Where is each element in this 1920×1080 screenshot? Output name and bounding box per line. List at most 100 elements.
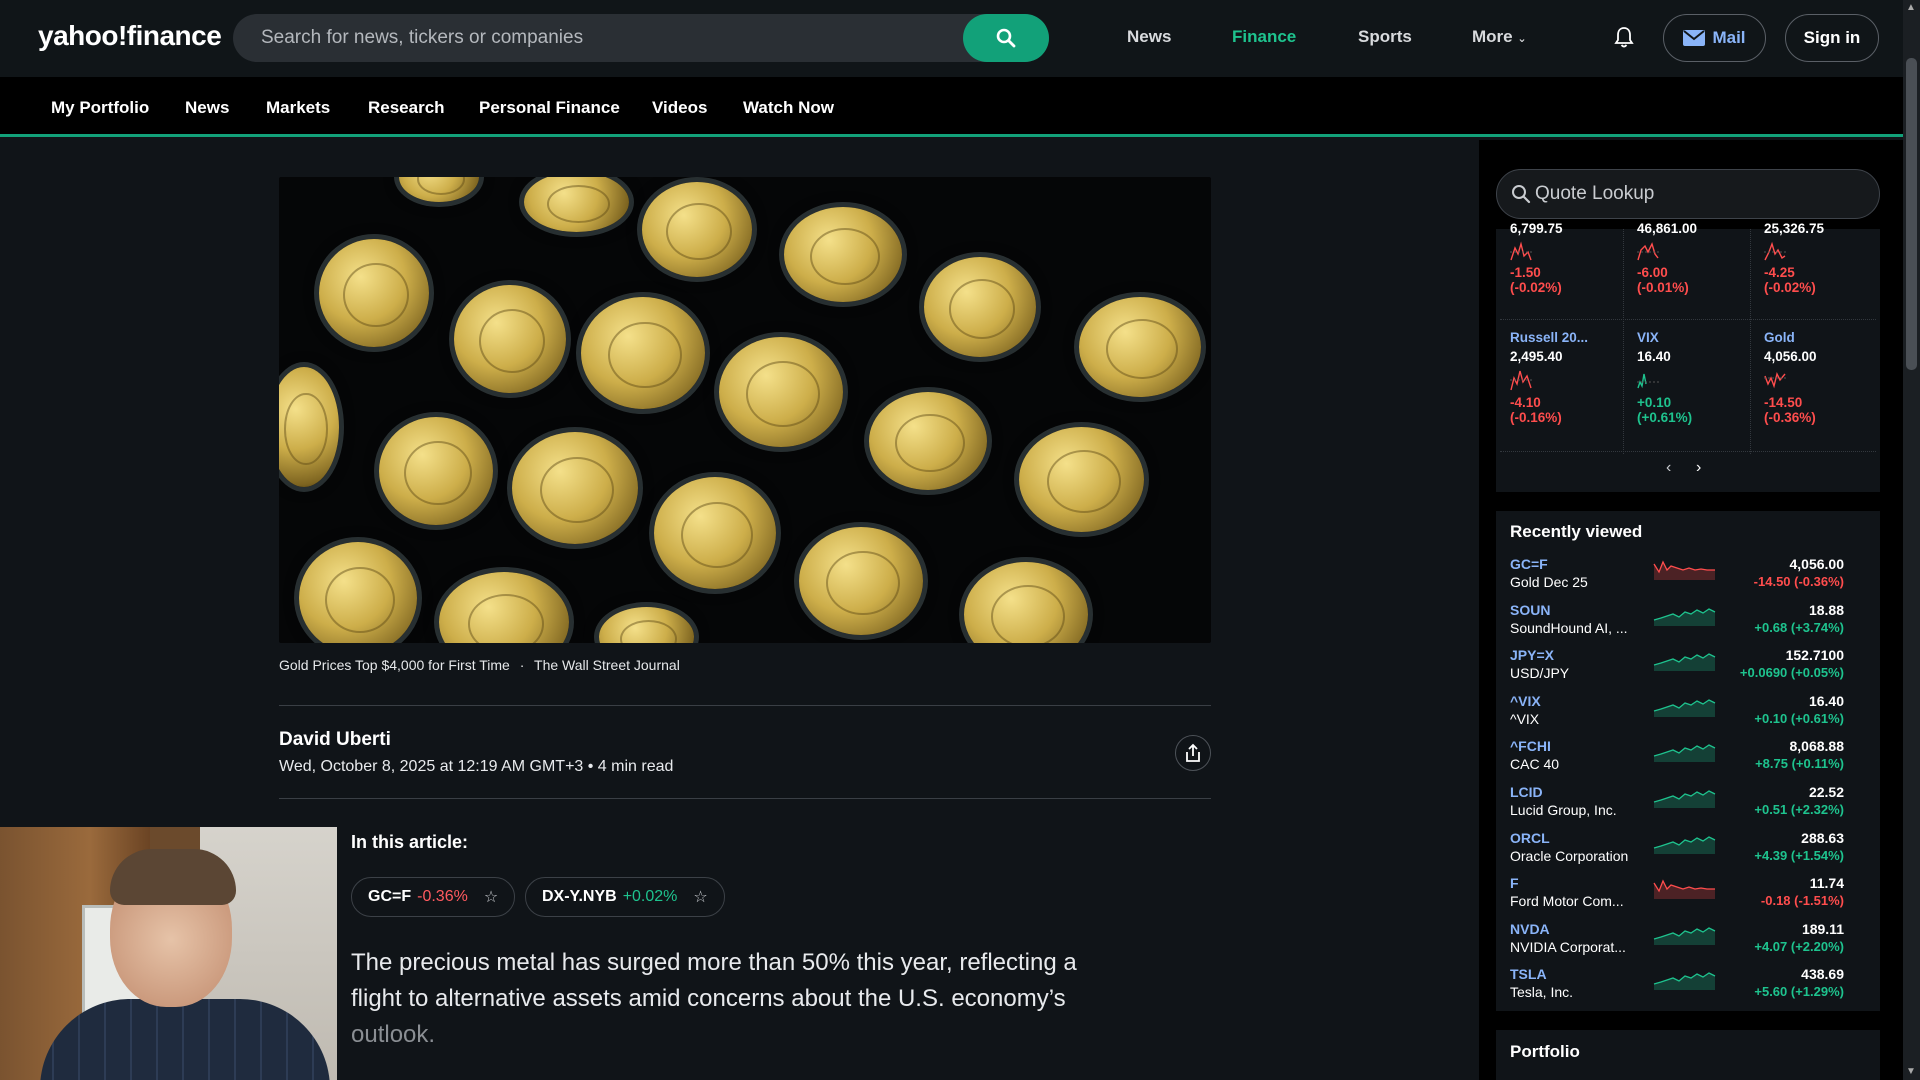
row-change: +0.10 (+0.61%) [1754, 710, 1844, 726]
recently-viewed-row[interactable]: F Ford Motor Com... 11.74 -0.18 (-1.51%) [1510, 875, 1870, 915]
page-scrollbar[interactable]: ▲ ▼ [1903, 0, 1920, 1080]
ticker-change: +0.02% [622, 888, 678, 905]
ticker-pill-gcf[interactable]: GC=F -0.36% ☆ [351, 877, 516, 917]
row-symbol[interactable]: LCID [1510, 784, 1543, 800]
market-change-pct: (+0.61%) [1637, 410, 1693, 425]
carousel-next-icon[interactable]: › [1696, 459, 1701, 477]
sparkline [1653, 744, 1716, 763]
row-symbol[interactable]: ORCL [1510, 830, 1550, 846]
nav-finance[interactable]: Finance [1232, 27, 1296, 47]
search-input[interactable]: Search for news, tickers or companies [261, 27, 583, 49]
row-change: -0.18 (-1.51%) [1760, 893, 1844, 909]
star-icon[interactable]: ☆ [484, 887, 498, 907]
mail-icon [1683, 30, 1706, 46]
portfolio-title: Portfolio [1510, 1042, 1580, 1061]
subnav-news[interactable]: News [185, 98, 229, 118]
quote-lookup-input[interactable]: Quote Lookup [1535, 183, 1654, 205]
notifications-bell-icon[interactable] [1614, 26, 1634, 53]
separator [1500, 451, 1876, 452]
market-name: Gold [1764, 330, 1795, 345]
row-change: +4.39 (+1.54%) [1754, 847, 1844, 863]
market-value: 2,495.40 [1510, 349, 1563, 364]
divider [279, 705, 1211, 706]
article-hero-image [279, 177, 1211, 643]
lede-faded-text: outlook. [351, 1021, 436, 1048]
sparkline [1764, 241, 1786, 261]
share-icon [1186, 743, 1200, 762]
subnav-personal-finance[interactable]: Personal Finance [479, 98, 620, 118]
recently-viewed-row[interactable]: ORCL Oracle Corporation 288.63 +4.39 (+1.54… [1510, 830, 1870, 870]
search-button[interactable] [963, 14, 1049, 62]
recently-viewed-row[interactable]: ^FCHI CAC 40 8,068.88 +8.75 (+0.11%) [1510, 738, 1870, 778]
nav-sports[interactable]: Sports [1358, 27, 1412, 47]
row-change: +0.0690 (+0.05%) [1739, 665, 1844, 681]
row-symbol[interactable]: F [1510, 875, 1519, 891]
mail-button[interactable]: Mail [1663, 14, 1766, 62]
row-price: 16.40 [1808, 692, 1844, 709]
yahoo-finance-logo[interactable]: yahoo!finance [38, 20, 222, 52]
search-box[interactable]: Search for news, tickers or companies [233, 14, 1049, 62]
market-change-pct: (-0.36%) [1764, 410, 1816, 425]
scroll-down-icon[interactable]: ▼ [1906, 1066, 1916, 1077]
market-change: -6.00 [1637, 265, 1668, 280]
carousel-prev-icon[interactable]: ‹ [1666, 459, 1671, 477]
sparkline [1510, 241, 1532, 261]
subnav-watch-now[interactable]: Watch Now [743, 98, 834, 118]
scroll-up-icon[interactable]: ▲ [1906, 2, 1916, 13]
row-price: 11.74 [1809, 875, 1844, 892]
caption-separator: · [519, 657, 525, 673]
star-icon[interactable]: ☆ [693, 887, 707, 907]
sparkline [1764, 371, 1786, 389]
quote-lookup-box[interactable]: Quote Lookup [1496, 169, 1880, 219]
recently-viewed-row[interactable]: ^VIX ^VIX 16.40 +0.10 (+0.61%) [1510, 693, 1870, 733]
divider [279, 798, 1211, 799]
subnav-research[interactable]: Research [368, 98, 445, 118]
market-value: 16.40 [1637, 349, 1671, 364]
market-card[interactable]: 25,326.75 -4.25 (-0.02%) [1764, 221, 1891, 295]
recently-viewed-row[interactable]: GC=F Gold Dec 25 4,056.00 -14.50 (-0.36%) [1510, 556, 1870, 596]
nav-more[interactable]: More ⌄ [1472, 27, 1527, 47]
row-symbol[interactable]: ^FCHI [1510, 738, 1551, 754]
subnav-markets[interactable]: Markets [266, 98, 330, 118]
market-card-gold[interactable]: Gold 4,056.00 -14.50 (-0.36%) [1764, 330, 1891, 425]
subnav-videos[interactable]: Videos [652, 98, 707, 118]
search-icon [996, 28, 1016, 48]
row-symbol[interactable]: NVDA [1510, 921, 1550, 937]
row-symbol[interactable]: SOUN [1510, 602, 1550, 618]
recently-viewed-row[interactable]: LCID Lucid Group, Inc. 22.52 +0.51 (+2.32%) [1510, 784, 1870, 824]
nav-more-label: More [1472, 27, 1513, 46]
market-card[interactable]: 46,861.00 -6.00 (-0.01%) [1637, 221, 1764, 295]
recently-viewed-row[interactable]: TSLA Tesla, Inc. 438.69 +5.60 (+1.29%) [1510, 966, 1870, 1006]
row-price: 152.7100 [1785, 647, 1844, 664]
market-name: VIX [1637, 330, 1659, 345]
caption-text: Gold Prices Top $4,000 for First Time [279, 657, 510, 673]
sparkline [1653, 699, 1716, 717]
sparkline [1637, 242, 1659, 261]
author-name[interactable]: David Uberti [279, 729, 391, 751]
market-card-vix[interactable]: VIX 16.40 +0.10 (+0.61%) [1637, 330, 1764, 425]
row-symbol[interactable]: TSLA [1510, 966, 1547, 982]
recently-viewed-row[interactable]: NVDA NVIDIA Corporat... 189.11 +4.07 (+2.20… [1510, 921, 1870, 961]
share-button[interactable] [1175, 735, 1211, 771]
sparkline [1653, 972, 1716, 991]
recently-viewed-row[interactable]: SOUN SoundHound AI, ... 18.88 +0.68 (+3.74%… [1510, 602, 1870, 642]
subnav-my-portfolio[interactable]: My Portfolio [51, 98, 149, 118]
recently-viewed-row[interactable]: JPY=X USD/JPY 152.7100 +0.0690 (+0.05%) [1510, 647, 1870, 687]
nav-news[interactable]: News [1127, 27, 1171, 47]
row-name: ^VIX [1510, 710, 1540, 727]
lede-text: The precious metal has surged more than … [351, 949, 1077, 1012]
row-name: Lucid Group, Inc. [1510, 802, 1617, 818]
row-change: +8.75 (+0.11%) [1755, 756, 1844, 772]
row-price: 4,056.00 [1789, 556, 1845, 572]
sign-in-button[interactable]: Sign in [1785, 14, 1879, 62]
ticker-pill-dxy[interactable]: DX-Y.NYB +0.02% ☆ [525, 877, 725, 917]
scrollbar-thumb[interactable] [1906, 58, 1917, 370]
row-symbol[interactable]: ^VIX [1510, 693, 1541, 709]
sparkline [1637, 373, 1659, 389]
row-symbol[interactable]: GC=F [1510, 556, 1548, 572]
sparkline [1653, 560, 1715, 580]
market-card-russell[interactable]: Russell 20... 2,495.40 -4.10 (-0.16%) [1510, 330, 1637, 425]
market-card[interactable]: 6,799.75 -1.50 (-0.02%) [1510, 221, 1637, 295]
row-price: 8,068.88 [1789, 738, 1845, 755]
row-symbol[interactable]: JPY=X [1510, 647, 1554, 663]
